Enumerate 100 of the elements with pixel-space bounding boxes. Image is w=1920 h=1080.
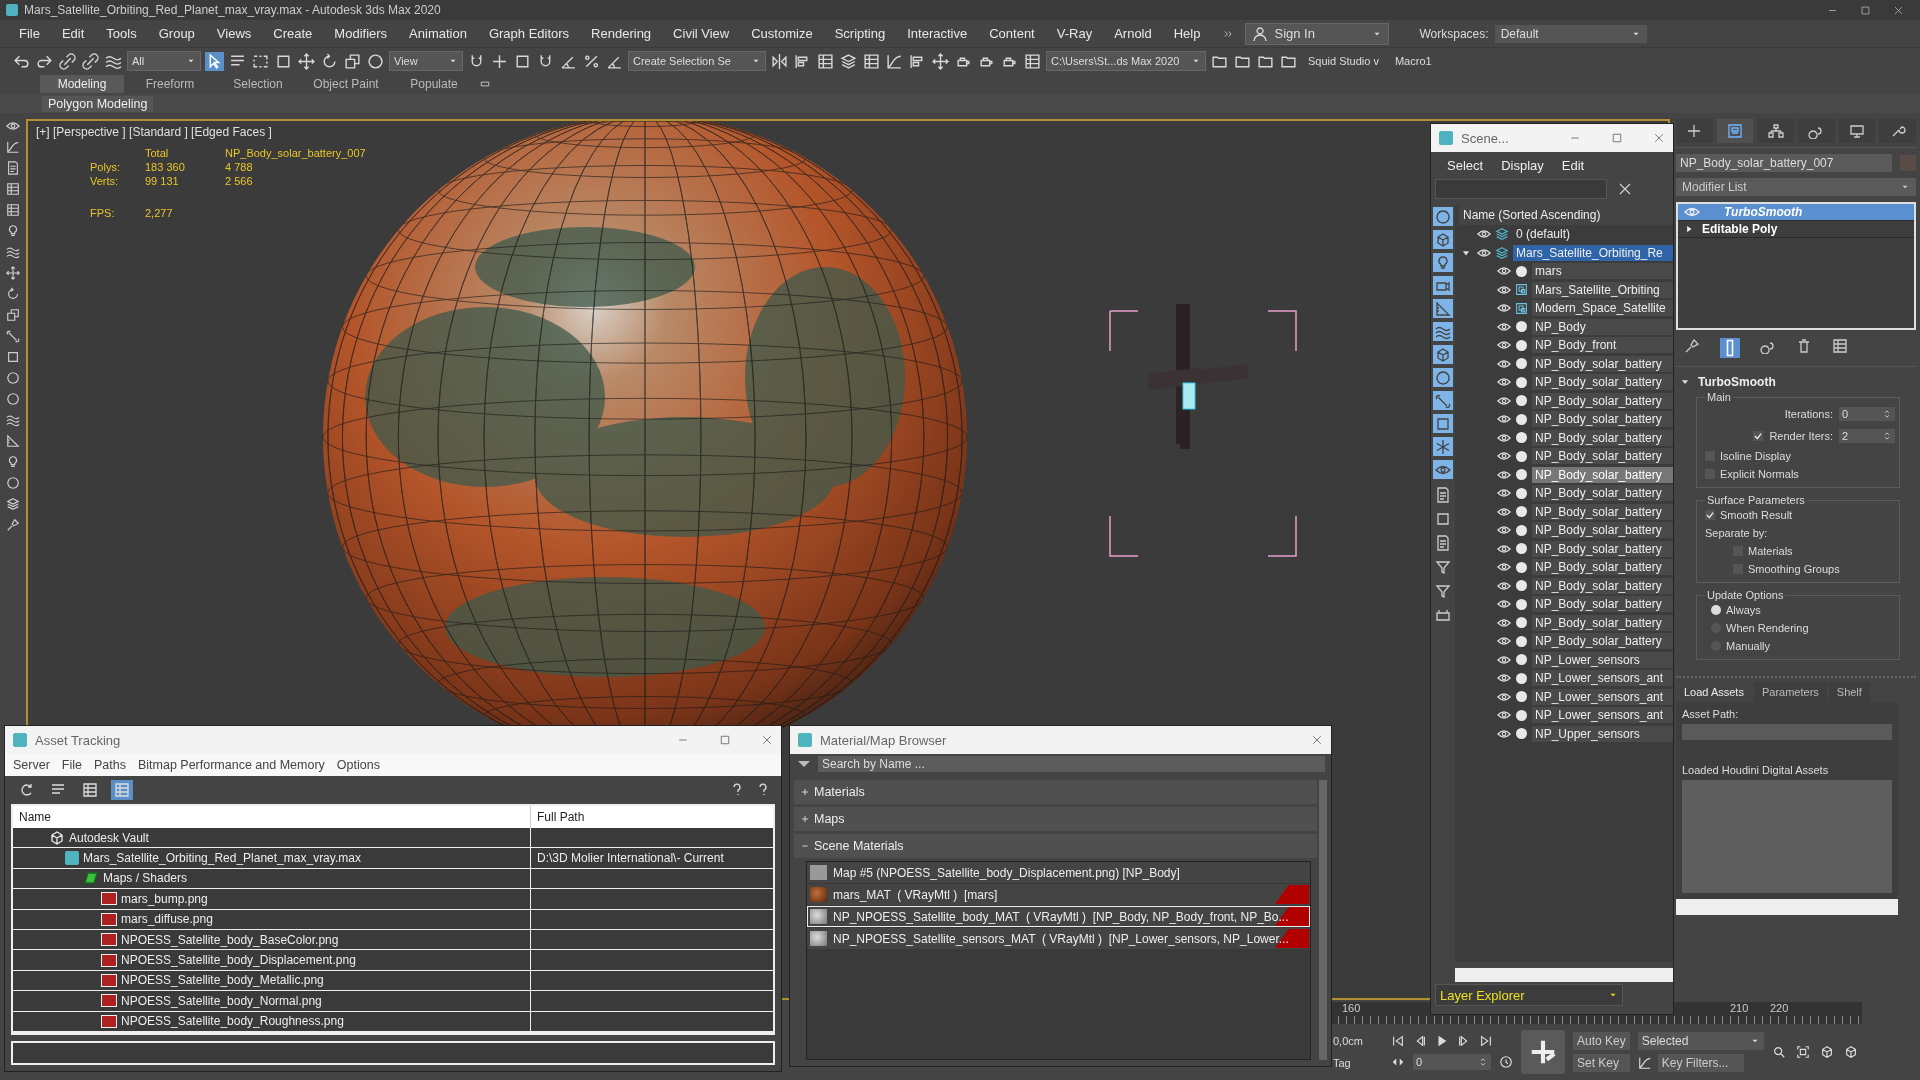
expand-triangle-icon[interactable]	[1684, 224, 1694, 234]
asset-name[interactable]: Autodesk Vault	[69, 830, 149, 845]
frame-field[interactable]: 0	[1413, 1054, 1491, 1070]
motion-tab[interactable]	[1798, 119, 1835, 143]
ribbon-tab[interactable]: Modeling	[40, 75, 124, 93]
modifier-list-dropdown[interactable]: Modifier List	[1676, 178, 1916, 196]
vertical-scrollbar[interactable]	[1319, 780, 1327, 1060]
checkbox[interactable]	[1753, 431, 1764, 441]
scene-tree-item[interactable]: mars	[1532, 263, 1673, 280]
column-header[interactable]: Name (Sorted Ascending)	[1459, 205, 1673, 225]
selection-set-dropdown[interactable]: Create Selection Se	[628, 51, 766, 71]
layers-icon[interactable]	[6, 497, 20, 511]
set-key-button[interactable]: Set Key	[1573, 1054, 1630, 1072]
ribbon-tab[interactable]: Freeform	[128, 75, 212, 93]
scene-tree-item[interactable]: NP_Body_solar_battery	[1532, 540, 1673, 557]
curve-icon[interactable]	[6, 140, 20, 154]
material-list-item[interactable]: mars_MAT ( VRayMtl ) [mars]	[807, 884, 1310, 905]
bulb-icon[interactable]	[6, 455, 20, 469]
asset-path-field[interactable]	[1682, 724, 1892, 740]
layers-icon[interactable]	[839, 51, 858, 71]
scene-tree-item[interactable]: NP_Upper_sensors	[1532, 725, 1673, 742]
table-icon[interactable]	[1023, 51, 1042, 71]
close-icon[interactable]	[761, 734, 773, 746]
scene-tree-item[interactable]: NP_Body_solar_battery	[1532, 596, 1673, 613]
menu-item[interactable]: Graph Editors	[477, 26, 581, 41]
menu-item[interactable]: Interactive	[896, 26, 979, 41]
project-path-dropdown[interactable]: C:\Users\St...ds Max 2020	[1046, 51, 1206, 71]
maximize-icon[interactable]	[719, 734, 731, 746]
plus-tab[interactable]	[1676, 119, 1713, 143]
bulb-icon[interactable]	[6, 224, 20, 238]
sign-in-dropdown[interactable]: Sign In	[1245, 22, 1390, 45]
ribbon-panel-tab[interactable]: Polygon Modeling	[42, 95, 154, 112]
menu-item[interactable]: Arnold	[1103, 26, 1163, 41]
scene-tree-item[interactable]: NP_Body_solar_battery	[1532, 374, 1673, 391]
scene-tree-item[interactable]: Mars_Satellite_Orbiting	[1532, 281, 1673, 298]
box-icon[interactable]	[1819, 1045, 1834, 1059]
horizontal-scrollbar[interactable]	[1455, 968, 1673, 982]
scene-tree-item[interactable]: NP_Lower_sensors_ant	[1532, 707, 1673, 724]
menu-item[interactable]: Group	[147, 26, 206, 41]
menu-item[interactable]: Options	[336, 758, 380, 772]
document-icon[interactable]	[1435, 487, 1451, 503]
modifier-stack-item[interactable]: Editable Poly	[1678, 221, 1914, 238]
scene-tree-item[interactable]: NP_Lower_sensors	[1532, 651, 1673, 668]
object-name-field[interactable]: NP_Body_solar_battery_007	[1676, 154, 1892, 172]
chain-link-icon[interactable]	[81, 51, 100, 71]
move-icon[interactable]	[931, 51, 950, 71]
monitor-tab[interactable]	[1838, 119, 1876, 143]
menu-item[interactable]: Paths	[94, 758, 126, 772]
move-icon[interactable]	[297, 51, 316, 71]
menu-item[interactable]: Content	[978, 26, 1046, 41]
scene-tree-item[interactable]: NP_Body_solar_battery	[1532, 485, 1673, 502]
wave-filter-toggle[interactable]	[1433, 322, 1453, 341]
radio-button[interactable]	[1711, 605, 1721, 615]
scale-icon[interactable]	[6, 308, 20, 322]
camera-filter-toggle[interactable]	[1433, 276, 1453, 295]
curve-icon[interactable]	[1637, 1056, 1652, 1070]
key-filters-button[interactable]: Key Filters...	[1657, 1054, 1744, 1072]
search-field[interactable]: Search by Name ...	[818, 756, 1325, 772]
search-field[interactable]	[1435, 179, 1607, 199]
snowflake-filter-toggle[interactable]	[1433, 437, 1453, 456]
scene-tree-item[interactable]: NP_Lower_sensors_ant	[1532, 688, 1673, 705]
group-header[interactable]: Scene Materials	[794, 834, 1317, 858]
bone-icon[interactable]	[6, 329, 20, 343]
scene-tree-item[interactable]: NP_Lower_sensors_ant	[1532, 670, 1673, 687]
menu-item[interactable]: Select	[1447, 158, 1484, 173]
scene-tree-item[interactable]: Mars_Satellite_Orbiting_Re	[1513, 244, 1673, 261]
scene-tree-item[interactable]: NP_Body_solar_battery	[1532, 429, 1673, 446]
box-filter-toggle[interactable]	[1433, 345, 1453, 364]
menu-item[interactable]: Views	[205, 26, 263, 41]
menu-item[interactable]: V-Ray	[1045, 26, 1104, 41]
zoom-extents-icon[interactable]	[1795, 1045, 1810, 1059]
sphere-filter-toggle[interactable]	[1433, 207, 1453, 226]
menu-item[interactable]: Animation	[398, 26, 478, 41]
document-icon[interactable]	[6, 161, 20, 175]
pin-icon[interactable]	[6, 518, 20, 532]
funnel-icon[interactable]	[1435, 583, 1451, 599]
menu-item[interactable]: Modifiers	[323, 26, 399, 41]
menu-item[interactable]: Tools	[95, 26, 148, 41]
scene-tree-item[interactable]: NP_Body_solar_battery	[1532, 633, 1673, 650]
panel-tab[interactable]: Shelf	[1828, 682, 1870, 702]
menu-item[interactable]: Civil View	[662, 26, 741, 41]
toolbar-plugin-button[interactable]: Macro1	[1388, 55, 1438, 67]
asset-name[interactable]: NPOESS_Satellite_body_Metallic.png	[121, 973, 324, 988]
scene-tree-item[interactable]: NP_Body_solar_battery	[1532, 392, 1673, 409]
close-icon[interactable]	[1893, 4, 1904, 16]
menu-item[interactable]: Edit	[50, 26, 96, 41]
hierarchy-tab[interactable]	[1757, 119, 1794, 143]
trash-icon[interactable]	[1796, 338, 1812, 354]
bone-filter-toggle[interactable]	[1433, 391, 1453, 410]
overflow-chevron-icon[interactable]	[1223, 28, 1234, 39]
eye-icon[interactable]	[6, 119, 20, 133]
scene-tree-item[interactable]: NP_Body_front	[1532, 337, 1673, 354]
square-icon[interactable]	[6, 350, 20, 364]
key-mode-dropdown[interactable]: Selected	[1637, 1032, 1764, 1050]
scene-tree-item[interactable]: NP_Body_solar_battery	[1532, 448, 1673, 465]
clear-icon[interactable]	[1617, 181, 1633, 197]
mirror-icon[interactable]	[770, 51, 789, 71]
workspaces-dropdown[interactable]: Default	[1494, 24, 1647, 43]
table-icon[interactable]	[6, 182, 20, 196]
wrench-tab[interactable]	[1879, 119, 1917, 143]
